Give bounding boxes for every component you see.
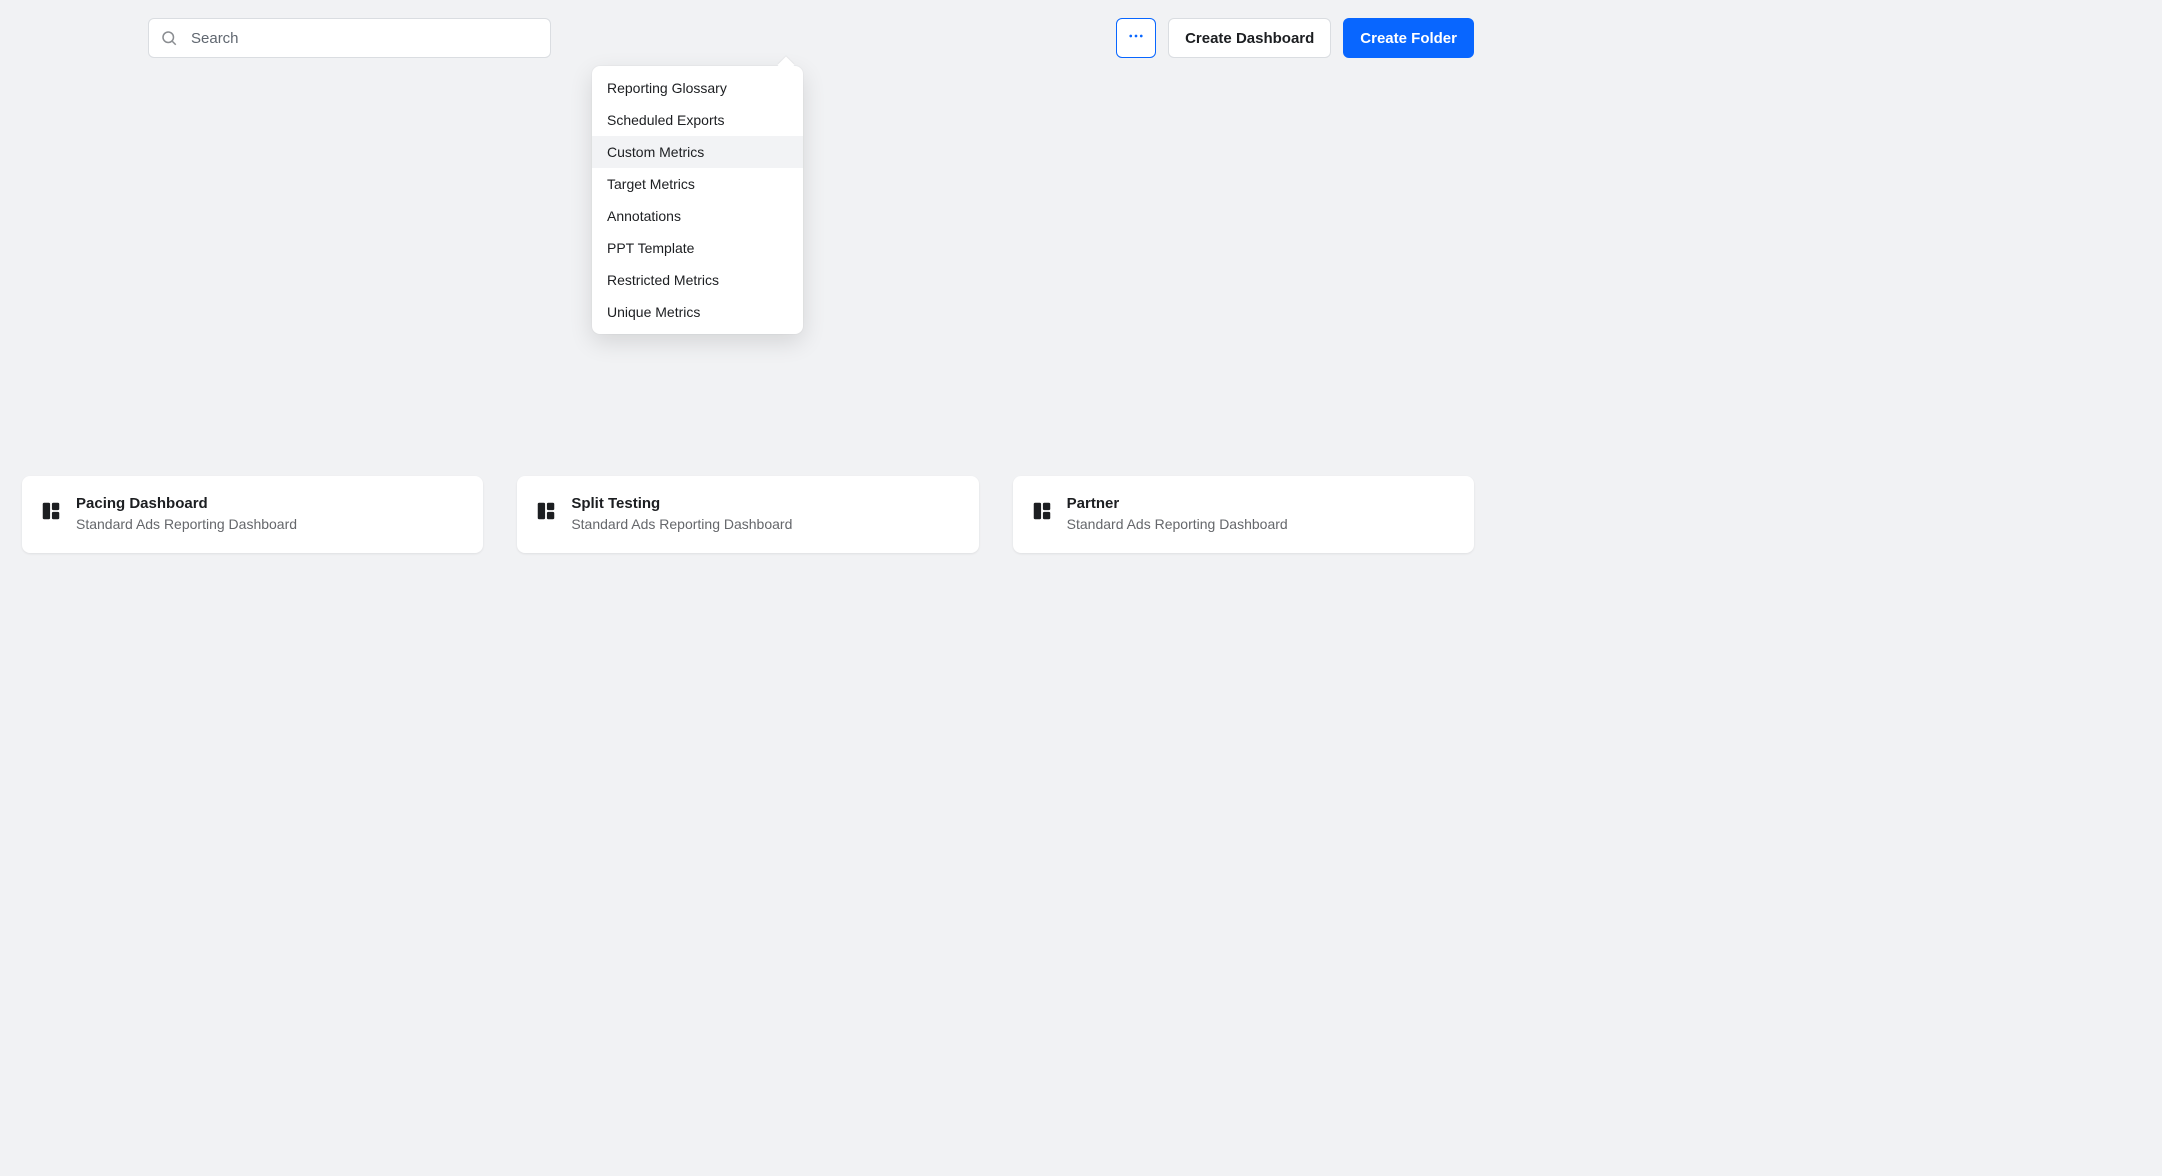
dashboard-card-subtitle: Standard Ads Reporting Dashboard bbox=[571, 515, 792, 533]
dashboard-card-subtitle: Standard Ads Reporting Dashboard bbox=[76, 515, 297, 533]
search-input[interactable] bbox=[148, 18, 551, 58]
more-horizontal-icon bbox=[1127, 27, 1145, 49]
dashboard-card-text: Split TestingStandard Ads Reporting Dash… bbox=[571, 494, 792, 533]
dashboard-card-title: Pacing Dashboard bbox=[76, 494, 297, 514]
menu-item-unique-metrics[interactable]: Unique Metrics bbox=[592, 296, 803, 328]
dashboard-card-title: Split Testing bbox=[571, 494, 792, 514]
menu-item-annotations[interactable]: Annotations bbox=[592, 200, 803, 232]
dashboard-card-text: PartnerStandard Ads Reporting Dashboard bbox=[1067, 494, 1288, 533]
search-wrap bbox=[148, 18, 551, 58]
dashboard-card-title: Partner bbox=[1067, 494, 1288, 514]
dashboard-card[interactable]: Pacing DashboardStandard Ads Reporting D… bbox=[22, 476, 483, 553]
dashboard-card-subtitle: Standard Ads Reporting Dashboard bbox=[1067, 515, 1288, 533]
dashboard-icon bbox=[40, 500, 62, 527]
top-bar: Create Dashboard Create Folder bbox=[0, 18, 1496, 58]
dashboard-card-text: Pacing DashboardStandard Ads Reporting D… bbox=[76, 494, 297, 533]
create-folder-button[interactable]: Create Folder bbox=[1343, 18, 1474, 58]
create-dashboard-button[interactable]: Create Dashboard bbox=[1168, 18, 1331, 58]
menu-item-reporting-glossary[interactable]: Reporting Glossary bbox=[592, 72, 803, 104]
dashboard-card[interactable]: PartnerStandard Ads Reporting Dashboard bbox=[1013, 476, 1474, 553]
menu-item-custom-metrics[interactable]: Custom Metrics bbox=[592, 136, 803, 168]
dashboard-card[interactable]: Split TestingStandard Ads Reporting Dash… bbox=[517, 476, 978, 553]
dashboard-icon bbox=[535, 500, 557, 527]
menu-item-restricted-metrics[interactable]: Restricted Metrics bbox=[592, 264, 803, 296]
menu-item-ppt-template[interactable]: PPT Template bbox=[592, 232, 803, 264]
more-options-button[interactable] bbox=[1116, 18, 1156, 58]
dashboard-icon bbox=[1031, 500, 1053, 527]
dashboard-cards: Pacing DashboardStandard Ads Reporting D… bbox=[22, 476, 1474, 553]
menu-item-target-metrics[interactable]: Target Metrics bbox=[592, 168, 803, 200]
more-options-menu: Reporting GlossaryScheduled ExportsCusto… bbox=[592, 66, 803, 334]
menu-item-scheduled-exports[interactable]: Scheduled Exports bbox=[592, 104, 803, 136]
